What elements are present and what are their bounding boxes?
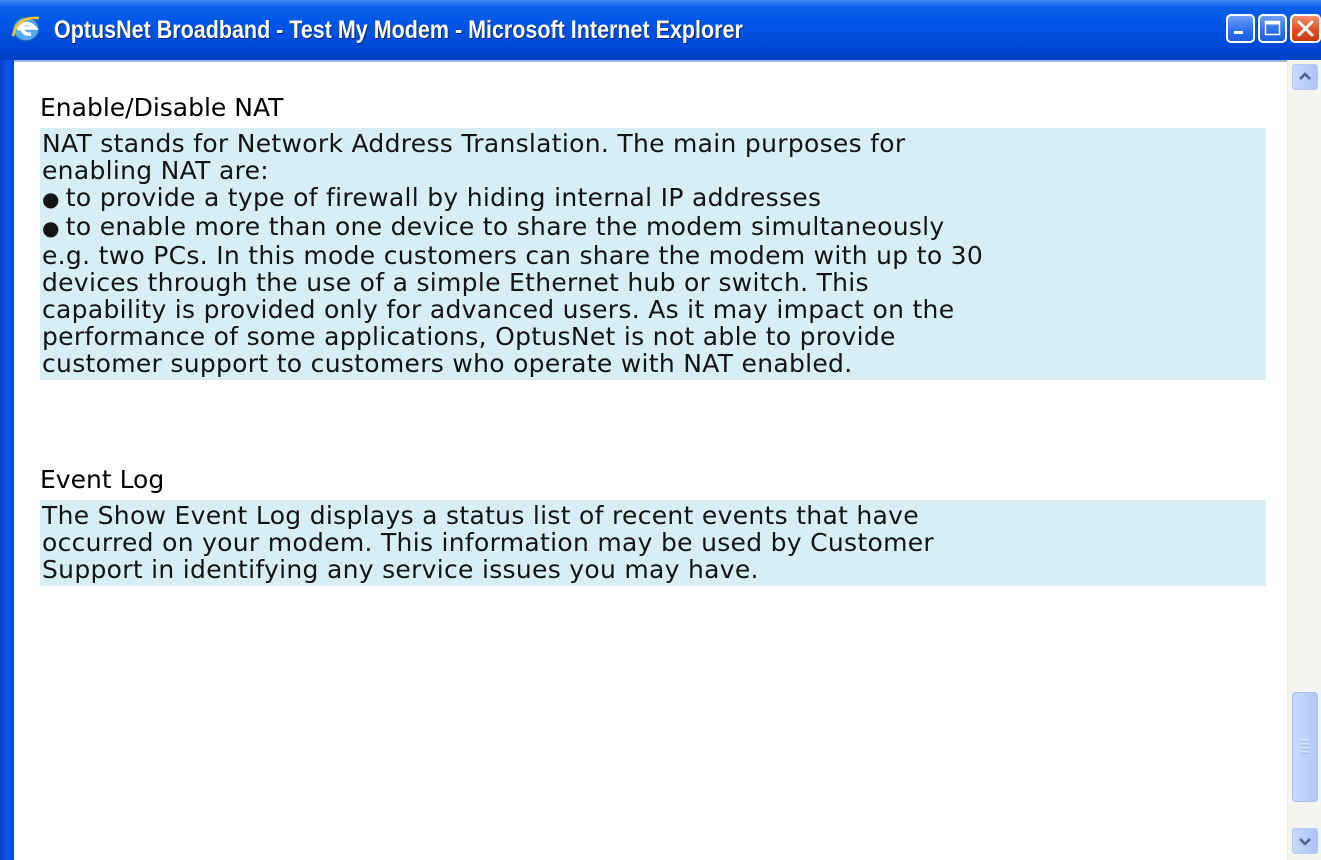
maximize-button[interactable] [1258, 14, 1287, 43]
maximize-icon [1264, 20, 1281, 36]
minimize-icon [1234, 31, 1243, 34]
list-item: ● to enable more than one device to share… [42, 212, 945, 241]
text-line: occurred on your modem. This information… [42, 528, 934, 557]
minimize-button[interactable] [1226, 14, 1255, 43]
section-heading: Enable/Disable NAT [40, 93, 284, 122]
ie-icon[interactable] [8, 10, 44, 46]
section-event-log: Event Log The Show Event Log displays a … [40, 464, 1266, 586]
text-line: NAT stands for Network Address Translati… [42, 129, 906, 158]
close-icon [1297, 20, 1314, 37]
text-line: devices through the use of a simple Ethe… [42, 268, 869, 297]
text-line: Support in identifying any service issue… [42, 555, 759, 584]
page-content: Enable/Disable NAT NAT stands for Networ… [40, 92, 1266, 586]
section-heading: Event Log [40, 465, 165, 494]
text-line: The Show Event Log displays a status lis… [42, 501, 919, 530]
vertical-scrollbar[interactable] [1287, 60, 1321, 860]
browser-window: OptusNet Broadband - Test My Modem - Mic… [0, 0, 1321, 860]
text-line: performance of some applications, OptusN… [42, 322, 896, 351]
scroll-thumb[interactable] [1292, 692, 1318, 802]
text-line: enabling NAT are: [42, 156, 269, 185]
scroll-up-button[interactable] [1292, 64, 1318, 90]
title-bar[interactable]: OptusNet Broadband - Test My Modem - Mic… [0, 0, 1321, 60]
close-button[interactable] [1290, 14, 1321, 43]
section-description: The Show Event Log displays a status lis… [40, 500, 1266, 586]
text-line: capability is provided only for advanced… [42, 295, 955, 324]
list-item: ● to provide a type of firewall by hiding… [42, 183, 822, 212]
bullet-icon: ● [42, 216, 60, 240]
section-description: NAT stands for Network Address Translati… [40, 128, 1266, 380]
text-line: customer support to customers who operat… [42, 349, 853, 378]
scroll-down-button[interactable] [1292, 828, 1318, 854]
chevron-up-icon [1299, 72, 1311, 80]
text-line: e.g. two PCs. In this mode customers can… [42, 241, 984, 270]
window-frame-left [0, 60, 14, 860]
window-title: OptusNet Broadband - Test My Modem - Mic… [54, 16, 743, 44]
chevron-down-icon [1299, 838, 1311, 846]
bullet-icon: ● [42, 187, 60, 211]
section-nat: Enable/Disable NAT NAT stands for Networ… [40, 92, 1266, 380]
grip-icon [1301, 739, 1309, 754]
